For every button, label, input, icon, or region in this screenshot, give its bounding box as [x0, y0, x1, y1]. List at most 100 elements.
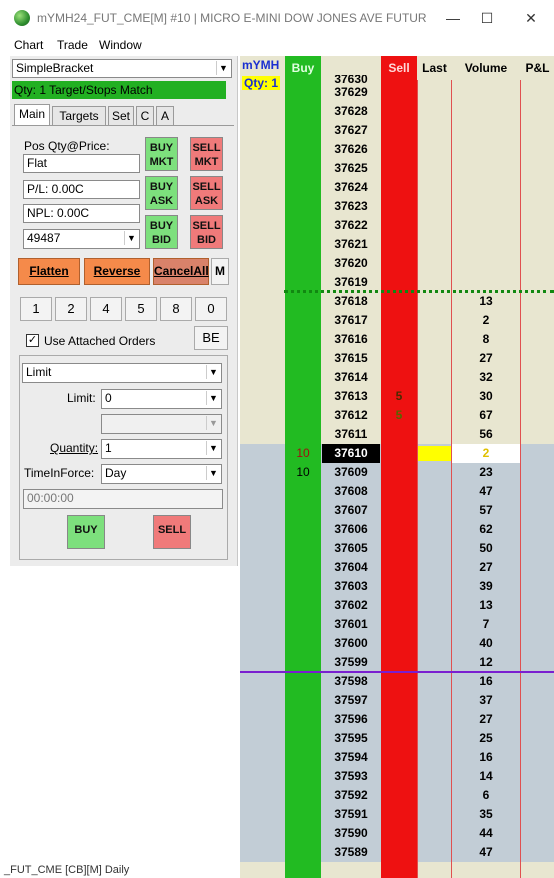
sell-size-cell[interactable] [381, 501, 417, 520]
buy-size-cell[interactable] [285, 292, 321, 311]
sell-size-cell[interactable] [381, 330, 417, 349]
sell-size-cell[interactable] [381, 672, 417, 691]
qty-button-8[interactable]: 8 [160, 297, 192, 321]
buy-ask-button[interactable]: BUY ASK [145, 176, 178, 210]
qty-button-2[interactable]: 2 [55, 297, 87, 321]
sell-size-cell[interactable] [381, 767, 417, 786]
sell-size-cell[interactable] [381, 805, 417, 824]
menu-window[interactable]: Window [99, 38, 142, 52]
menu-trade[interactable]: Trade [57, 38, 88, 52]
buy-size-cell[interactable] [285, 843, 321, 862]
tab-set[interactable]: Set [108, 106, 134, 125]
sell-size-cell[interactable] [381, 311, 417, 330]
sell-bid-button[interactable]: SELL BID [190, 215, 223, 249]
sell-size-cell[interactable] [381, 292, 417, 311]
qty-button-5[interactable]: 5 [125, 297, 157, 321]
buy-mkt-button[interactable]: BUY MKT [145, 137, 178, 171]
buy-size-cell[interactable] [285, 368, 321, 387]
buy-size-cell[interactable] [285, 482, 321, 501]
sell-size-cell[interactable] [381, 520, 417, 539]
buy-size-cell[interactable] [285, 140, 321, 159]
sell-size-cell[interactable] [381, 577, 417, 596]
buy-size-cell[interactable] [285, 615, 321, 634]
tab-targets[interactable]: Targets [52, 106, 106, 125]
buy-size-cell[interactable] [285, 330, 321, 349]
buy-size-cell[interactable] [285, 520, 321, 539]
sell-size-cell[interactable] [381, 691, 417, 710]
strategy-select[interactable]: SimpleBracket ▼ [12, 59, 232, 78]
sell-size-cell[interactable] [381, 444, 417, 463]
sell-size-cell[interactable] [381, 197, 417, 216]
flatten-button[interactable]: Flatten [18, 258, 80, 285]
sell-size-cell[interactable] [381, 482, 417, 501]
time-field[interactable]: 00:00:00 [23, 489, 223, 509]
sell-size-cell[interactable] [381, 178, 417, 197]
sell-size-cell[interactable] [381, 102, 417, 121]
buy-size-cell[interactable] [285, 653, 321, 672]
buy-size-cell[interactable] [285, 501, 321, 520]
buy-size-cell[interactable] [285, 425, 321, 444]
sell-size-cell[interactable] [381, 159, 417, 178]
sell-size-cell[interactable] [381, 368, 417, 387]
buy-size-cell[interactable] [285, 102, 321, 121]
sell-size-cell[interactable] [381, 463, 417, 482]
buy-size-cell[interactable] [285, 83, 321, 102]
buy-size-cell[interactable] [285, 786, 321, 805]
tif-select[interactable]: Day ▼ [101, 464, 222, 484]
buy-size-cell[interactable] [285, 539, 321, 558]
sell-size-cell[interactable] [381, 83, 417, 102]
sell-size-cell[interactable]: 5 [381, 406, 417, 425]
sell-button[interactable]: SELL [153, 515, 191, 549]
buy-size-cell[interactable] [285, 710, 321, 729]
close-button[interactable]: ✕ [514, 6, 548, 30]
buy-size-cell[interactable] [285, 159, 321, 178]
buy-size-cell[interactable] [285, 691, 321, 710]
buy-button[interactable]: BUY [67, 515, 105, 549]
quantity-input[interactable]: 1 ▼ [101, 439, 222, 459]
buy-size-cell[interactable] [285, 634, 321, 653]
use-attached-checkbox[interactable]: ✓ [26, 334, 39, 347]
tab-c[interactable]: C [136, 106, 154, 125]
minimize-button[interactable]: — [436, 6, 470, 30]
sell-size-cell[interactable] [381, 786, 417, 805]
order-type-select[interactable]: Limit ▼ [22, 363, 222, 383]
sell-size-cell[interactable] [381, 425, 417, 444]
qty-button-4[interactable]: 4 [90, 297, 122, 321]
buy-size-cell[interactable] [285, 596, 321, 615]
sell-size-cell[interactable] [381, 121, 417, 140]
buy-size-cell[interactable] [285, 558, 321, 577]
buy-size-cell[interactable] [285, 311, 321, 330]
buy-size-cell[interactable] [285, 824, 321, 843]
sell-size-cell[interactable] [381, 140, 417, 159]
cancel-all-button[interactable]: CancelAll [153, 258, 209, 285]
maximize-button[interactable]: ☐ [470, 6, 504, 30]
sell-size-cell[interactable] [381, 235, 417, 254]
sell-size-cell[interactable] [381, 748, 417, 767]
sell-mkt-button[interactable]: SELL MKT [190, 137, 223, 171]
buy-size-cell[interactable] [285, 121, 321, 140]
sell-size-cell[interactable] [381, 710, 417, 729]
sell-size-cell[interactable] [381, 634, 417, 653]
buy-size-cell[interactable] [285, 387, 321, 406]
reverse-button[interactable]: Reverse [84, 258, 150, 285]
buy-size-cell[interactable] [285, 254, 321, 273]
buy-size-cell[interactable]: 10 [285, 463, 321, 482]
account-select[interactable]: 49487 ▼ [23, 229, 140, 249]
buy-size-cell[interactable] [285, 767, 321, 786]
buy-size-cell[interactable] [285, 216, 321, 235]
sell-size-cell[interactable] [381, 349, 417, 368]
buy-size-cell[interactable] [285, 349, 321, 368]
buy-size-cell[interactable] [285, 197, 321, 216]
sell-size-cell[interactable] [381, 596, 417, 615]
sell-size-cell[interactable] [381, 843, 417, 862]
limit-input[interactable]: 0 ▼ [101, 389, 222, 409]
tab-a[interactable]: A [156, 106, 174, 125]
sell-size-cell[interactable] [381, 254, 417, 273]
buy-size-cell[interactable] [285, 577, 321, 596]
qty-button-0[interactable]: 0 [195, 297, 227, 321]
buy-size-cell[interactable] [285, 748, 321, 767]
sell-size-cell[interactable] [381, 539, 417, 558]
be-button[interactable]: BE [194, 326, 228, 350]
buy-size-cell[interactable] [285, 406, 321, 425]
sell-size-cell[interactable] [381, 824, 417, 843]
